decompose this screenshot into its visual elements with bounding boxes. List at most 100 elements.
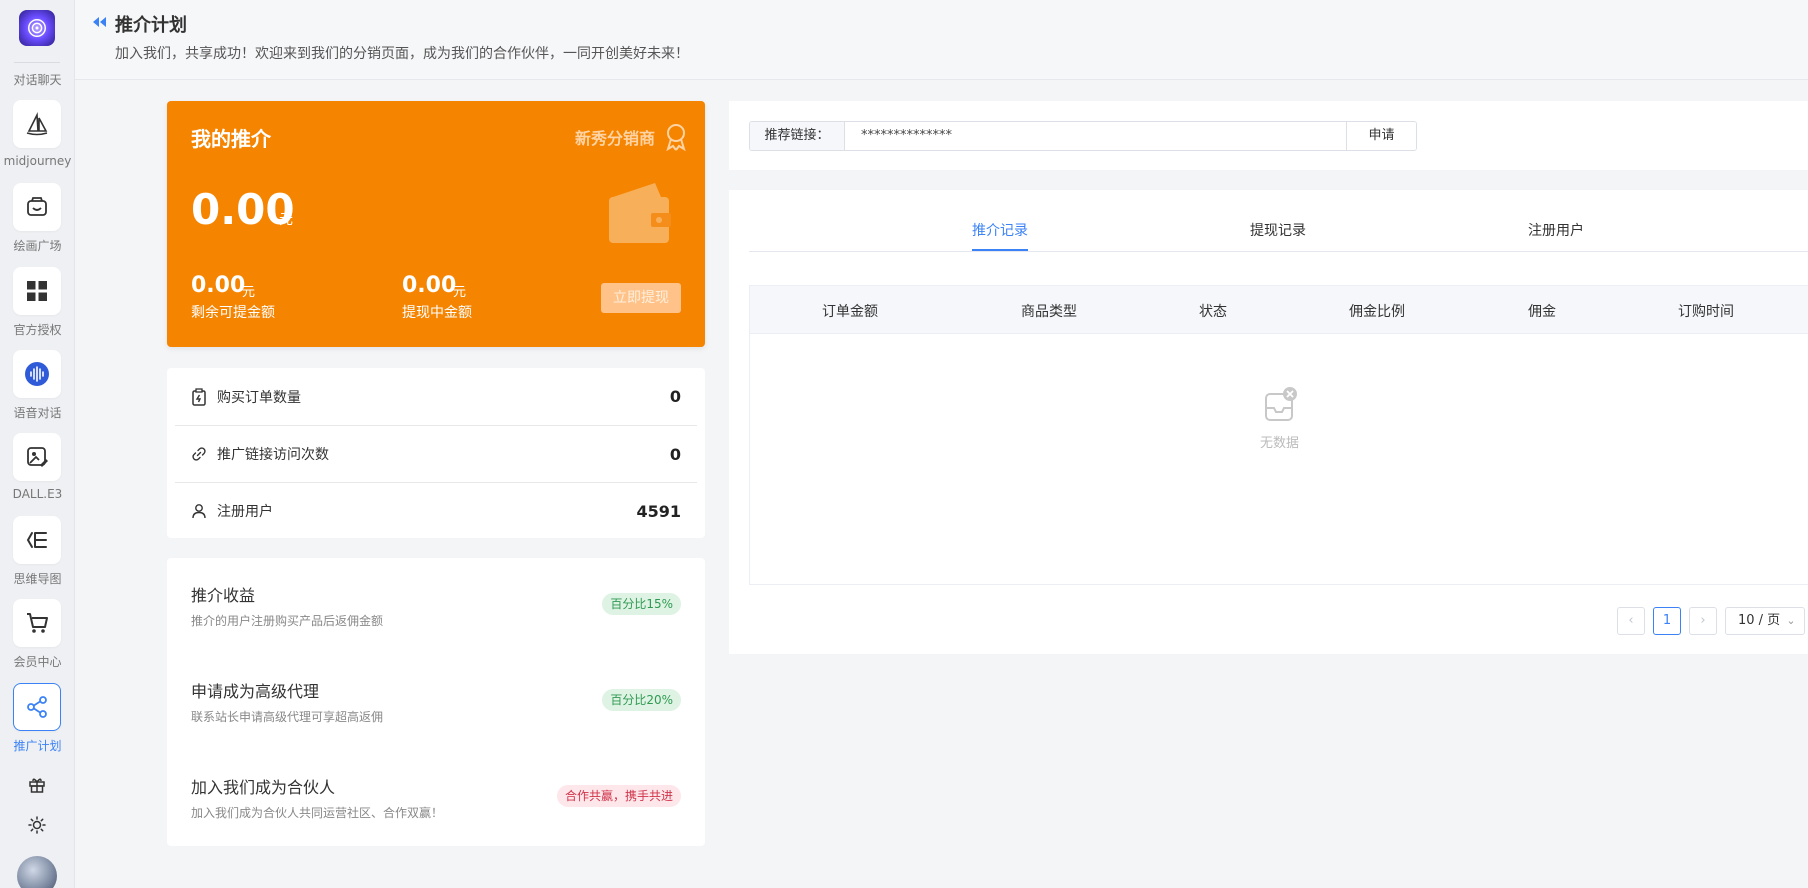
table-header: 订单金额 商品类型 状态 佣金比例 佣金 订购时间 xyxy=(750,286,1808,334)
benefit-desc: 推介的用户注册购买产品后返佣金额 xyxy=(191,614,384,628)
sidebar: 对话聊天 midjourney 绘画广场 官方授权 语音对话 DALL.E3 思… xyxy=(0,0,75,888)
spiral-logo-icon xyxy=(28,19,46,37)
gallery-icon xyxy=(27,197,47,216)
sidebar-item-midjourney[interactable] xyxy=(13,100,61,148)
link-icon xyxy=(191,446,211,462)
benefit-title: 推介收益 xyxy=(191,586,256,605)
award-icon xyxy=(663,123,689,155)
benefit-tag: 合作共赢，携手共进 xyxy=(556,785,681,807)
logo-divider xyxy=(14,62,60,63)
sidebar-item-member[interactable] xyxy=(13,599,61,647)
sidebar-label-dalle: DALL.E3 xyxy=(12,487,63,501)
column-header[interactable]: 佣金 xyxy=(1528,301,1556,321)
column-header[interactable]: 佣金比例 xyxy=(1349,301,1405,321)
sidebar-label-member: 会员中心 xyxy=(13,655,62,669)
remaining-unit: 元 xyxy=(242,285,256,300)
apply-button[interactable]: 申请 xyxy=(1347,122,1416,150)
sidebar-label-official: 官方授权 xyxy=(13,323,62,337)
column-header[interactable]: 状态 xyxy=(1199,301,1227,321)
benefit-title: 加入我们成为合伙人 xyxy=(191,778,336,797)
page-size-select[interactable]: 10 / 页 ⌄ xyxy=(1725,607,1805,635)
benefit-item: 加入我们成为合伙人 加入我们成为合伙人共同运营社区、合作双赢！ 合作共赢，携手共… xyxy=(191,774,681,834)
page-title: 推介计划 xyxy=(115,15,187,36)
sidebar-item-gallery[interactable] xyxy=(13,183,61,231)
sun-icon[interactable] xyxy=(27,815,47,835)
referral-stats-card: 购买订单数量 0 推广链接访问次数 0 注册用户 4591 xyxy=(167,368,705,538)
column-header[interactable]: 商品类型 xyxy=(1021,301,1077,321)
image-edit-icon xyxy=(27,447,48,467)
wallet-icon xyxy=(605,179,675,253)
page-subtitle: 加入我们，共享成功！欢迎来到我们的分销页面，成为我们的合作伙伴，一同开创美好未来… xyxy=(115,46,689,62)
column-header[interactable]: 订单金额 xyxy=(822,301,878,321)
sidebar-label-referral: 推广计划 xyxy=(13,739,62,753)
pending-unit: 元 xyxy=(453,285,467,300)
referral-link-card: 推荐链接： ************** 申请 xyxy=(729,101,1808,170)
tab-withdraw-records[interactable]: 提现记录 xyxy=(1250,220,1306,240)
order-icon xyxy=(191,387,211,406)
stat-label: 推广链接访问次数 xyxy=(217,447,329,463)
records-table: 订单金额 商品类型 状态 佣金比例 佣金 订购时间 无数据 xyxy=(749,285,1808,585)
stat-value: 0 xyxy=(669,387,681,406)
page-size-value: 10 / 页 xyxy=(1738,613,1781,628)
stat-value: 4591 xyxy=(636,501,681,521)
sailboat-icon xyxy=(26,111,48,136)
referral-card-title: 我的推介 xyxy=(191,127,271,151)
remaining-amount: 0.00 xyxy=(191,273,246,298)
sidebar-item-chat[interactable]: 对话聊天 xyxy=(0,71,75,88)
sidebar-item-referral[interactable] xyxy=(13,683,61,731)
remaining-label: 剩余可提金额 xyxy=(191,305,275,321)
pending-amount: 0.00 xyxy=(402,273,457,298)
sidebar-item-dalle[interactable] xyxy=(13,433,61,481)
prev-page-button[interactable]: ‹ xyxy=(1617,607,1645,635)
cart-icon xyxy=(27,613,48,633)
share-icon xyxy=(27,696,47,718)
pending-label: 提现中金额 xyxy=(402,305,472,321)
sidebar-label-midjourney: midjourney xyxy=(3,154,72,168)
empty-inbox-icon xyxy=(1260,386,1300,430)
benefit-item: 申请成为高级代理 联系站长申请高级代理可享超高返佣 百分比20% xyxy=(191,678,681,738)
avatar[interactable] xyxy=(17,856,57,888)
stat-label: 注册用户 xyxy=(217,504,273,520)
voice-icon xyxy=(25,362,49,386)
distributor-level-badge: 新秀分销商 xyxy=(574,129,655,148)
back-icon[interactable] xyxy=(91,14,107,33)
benefit-desc: 加入我们成为合伙人共同运营社区、合作双赢！ xyxy=(191,806,444,820)
stat-label: 购买订单数量 xyxy=(217,389,301,406)
grid-icon xyxy=(27,281,47,301)
benefit-title: 申请成为高级代理 xyxy=(191,682,320,701)
stat-row-registered-users: 注册用户 4591 xyxy=(175,482,697,539)
mindmap-icon xyxy=(26,532,47,548)
tab-registered-users[interactable]: 注册用户 xyxy=(1528,220,1584,240)
benefit-tag: 百分比15% xyxy=(602,593,681,615)
benefits-card: 推介收益 推介的用户注册购买产品后返佣金额 百分比15% 申请成为高级代理 联系… xyxy=(167,558,705,846)
benefit-item: 推介收益 推介的用户注册购买产品后返佣金额 百分比15% xyxy=(191,582,681,642)
page-number-button[interactable]: 1 xyxy=(1653,607,1681,635)
tab-referral-records[interactable]: 推介记录 xyxy=(972,220,1028,240)
referral-link-input[interactable]: ************** xyxy=(845,122,1347,150)
sidebar-label-gallery: 绘画广场 xyxy=(13,239,62,253)
referral-summary-card: 我的推介 新秀分销商 0.00 元 0.00 元 剩余可提金额 0.00 元 提… xyxy=(167,101,705,347)
sidebar-item-official[interactable] xyxy=(13,267,61,315)
referral-link-group: 推荐链接： ************** 申请 xyxy=(749,121,1417,151)
referral-link-label: 推荐链接： xyxy=(750,122,845,150)
empty-state-text: 无数据 xyxy=(1259,436,1299,451)
app-logo[interactable] xyxy=(19,10,55,46)
records-tabs: 推介记录 提现记录 注册用户 xyxy=(749,190,1808,252)
page-header: 推介计划 加入我们，共享成功！欢迎来到我们的分销页面，成为我们的合作伙伴，一同开… xyxy=(75,0,1808,80)
sidebar-label-voice: 语音对话 xyxy=(13,406,62,420)
stat-row-link-visits: 推广链接访问次数 0 xyxy=(175,425,697,482)
benefit-tag: 百分比20% xyxy=(602,689,681,711)
benefit-desc: 联系站长申请高级代理可享超高返佣 xyxy=(191,710,384,724)
sidebar-item-voice[interactable] xyxy=(13,350,61,398)
next-page-button[interactable]: › xyxy=(1689,607,1717,635)
stat-row-orders: 购买订单数量 0 xyxy=(175,368,697,425)
column-header[interactable]: 订购时间 xyxy=(1678,301,1734,321)
sidebar-item-mindmap[interactable] xyxy=(13,516,61,564)
total-earnings-unit: 元 xyxy=(279,212,293,228)
user-icon xyxy=(191,503,211,519)
records-card: 推介记录 提现记录 注册用户 订单金额 商品类型 状态 佣金比例 佣金 订购时间… xyxy=(729,190,1808,654)
gift-icon[interactable] xyxy=(27,775,47,795)
stat-value: 0 xyxy=(669,444,681,464)
pagination: ‹ 1 › 10 / 页 ⌄ xyxy=(729,607,1808,635)
withdraw-button[interactable]: 立即提现 xyxy=(601,283,681,313)
